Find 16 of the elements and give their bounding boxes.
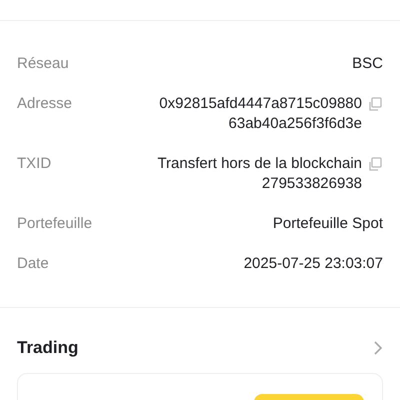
detail-value: BSC: [352, 54, 383, 74]
chevron-right-icon[interactable]: [373, 340, 383, 356]
detail-label: Date: [17, 254, 49, 274]
detail-value: 0x92815afd4447a8715c09880: [159, 94, 362, 114]
detail-label: TXID: [17, 154, 52, 174]
detail-value: Transfert hors de la blockchain: [157, 154, 362, 174]
detail-label: Portefeuille: [17, 214, 92, 234]
detail-label: Adresse: [17, 94, 72, 114]
detail-label: Réseau: [17, 54, 69, 74]
detail-value: 2025-07-25 23:03:07: [244, 254, 383, 274]
section-title: Trading: [17, 337, 78, 359]
copy-icon[interactable]: [367, 157, 383, 172]
detail-value: 279533826938: [262, 174, 362, 194]
detail-value: 63ab40a256f3f6d3e: [228, 114, 362, 134]
detail-value: Portefeuille Spot: [272, 214, 383, 234]
copy-icon[interactable]: [367, 97, 383, 112]
